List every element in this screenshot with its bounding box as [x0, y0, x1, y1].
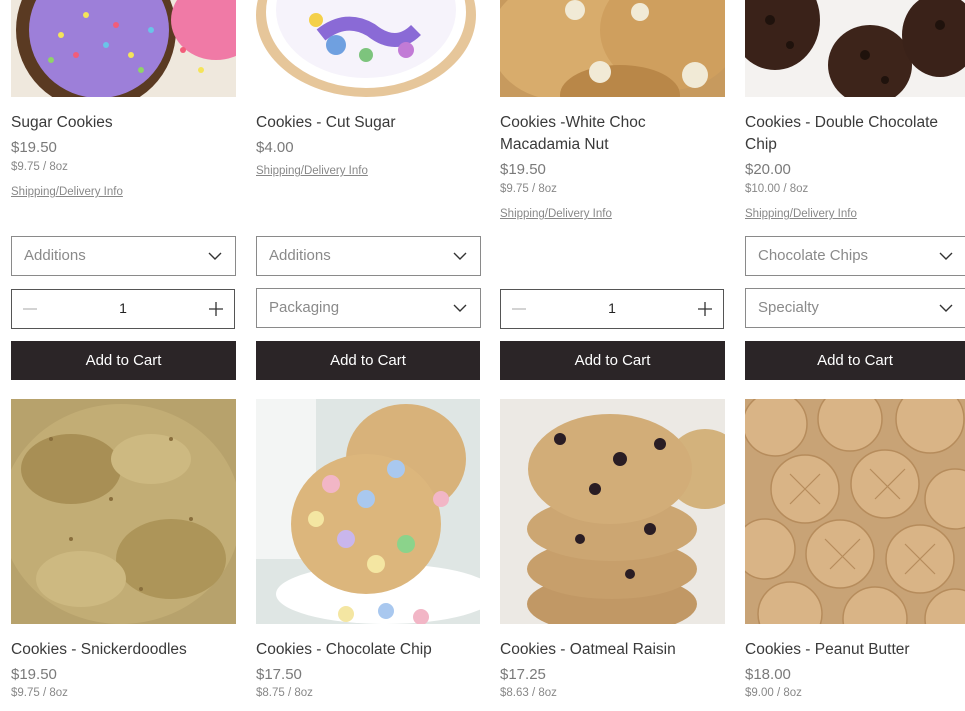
add-to-cart-button[interactable]: Add to Cart	[745, 341, 965, 380]
product-name[interactable]: Cookies -White Choc Macadamia Nut	[500, 112, 725, 156]
chevron-down-icon	[939, 304, 953, 312]
shipping-info-link[interactable]: Shipping/Delivery Info	[11, 186, 123, 198]
chevron-down-icon	[208, 252, 222, 260]
product-name[interactable]: Cookies - Chocolate Chip	[256, 639, 481, 661]
product-card-sugar-cookies: Sugar Cookies $19.50 $9.75 / 8oz Shippin…	[11, 0, 236, 380]
quantity-value[interactable]: 1	[501, 300, 723, 316]
add-to-cart-button[interactable]: Add to Cart	[256, 341, 480, 380]
product-image[interactable]	[745, 399, 965, 624]
shipping-info-link[interactable]: Shipping/Delivery Info	[500, 208, 612, 220]
chevron-down-icon	[453, 304, 467, 312]
dropdown-label: Specialty	[758, 299, 819, 316]
product-name[interactable]: Cookies - Oatmeal Raisin	[500, 639, 725, 661]
quantity-stepper[interactable]: 1	[11, 289, 235, 329]
dropdown-label: Additions	[269, 247, 331, 264]
unit-price: $9.75 / 8oz	[500, 183, 557, 195]
product-card-white-choc-macadamia: Cookies -White Choc Macadamia Nut $19.50…	[500, 0, 725, 380]
additions-dropdown[interactable]: Additions	[256, 236, 481, 276]
unit-price: $9.00 / 8oz	[745, 687, 802, 699]
product-card-cut-sugar: Cookies - Cut Sugar $4.00 Shipping/Deliv…	[256, 0, 481, 380]
dropdown-label: Packaging	[269, 299, 340, 316]
shipping-info-link[interactable]: Shipping/Delivery Info	[745, 208, 857, 220]
dropdown-label: Additions	[24, 247, 86, 264]
additions-dropdown[interactable]: Additions	[11, 236, 236, 276]
chevron-down-icon	[453, 252, 467, 260]
product-price: $19.50	[11, 139, 57, 156]
plus-icon[interactable]	[208, 301, 224, 317]
product-price: $17.50	[256, 666, 302, 683]
specialty-dropdown[interactable]: Specialty	[745, 288, 965, 328]
product-image[interactable]	[500, 399, 725, 624]
plus-icon[interactable]	[697, 301, 713, 317]
product-name[interactable]: Cookies - Cut Sugar	[256, 112, 481, 134]
product-image[interactable]	[256, 399, 480, 624]
product-name[interactable]: Cookies - Snickerdoodles	[11, 639, 236, 661]
product-name[interactable]: Cookies - Double Chocolate Chip	[745, 112, 965, 156]
product-image[interactable]	[11, 0, 236, 97]
product-image[interactable]	[256, 0, 481, 97]
product-price: $17.25	[500, 666, 546, 683]
product-card-oatmeal-raisin: Cookies - Oatmeal Raisin $17.25 $8.63 / …	[500, 399, 725, 711]
add-to-cart-button[interactable]: Add to Cart	[11, 341, 236, 380]
product-price: $4.00	[256, 139, 294, 156]
unit-price: $8.63 / 8oz	[500, 687, 557, 699]
product-image[interactable]	[500, 0, 725, 97]
product-price: $19.50	[500, 161, 546, 178]
product-card-peanut-butter: Cookies - Peanut Butter $18.00 $9.00 / 8…	[745, 399, 965, 711]
product-card-double-chocolate-chip: Cookies - Double Chocolate Chip $20.00 $…	[745, 0, 965, 380]
chevron-down-icon	[939, 252, 953, 260]
product-image[interactable]	[745, 0, 965, 97]
product-price: $18.00	[745, 666, 791, 683]
dropdown-label: Chocolate Chips	[758, 247, 869, 264]
packaging-dropdown[interactable]: Packaging	[256, 288, 481, 328]
unit-price: $8.75 / 8oz	[256, 687, 313, 699]
product-card-snickerdoodles: Cookies - Snickerdoodles $19.50 $9.75 / …	[11, 399, 236, 711]
unit-price: $10.00 / 8oz	[745, 183, 809, 195]
chocolate-chips-dropdown[interactable]: Chocolate Chips	[745, 236, 965, 276]
unit-price: $9.75 / 8oz	[11, 161, 68, 173]
unit-price: $9.75 / 8oz	[11, 687, 68, 699]
product-name[interactable]: Cookies - Peanut Butter	[745, 639, 965, 661]
product-name[interactable]: Sugar Cookies	[11, 112, 236, 134]
quantity-value[interactable]: 1	[12, 300, 234, 316]
quantity-stepper[interactable]: 1	[500, 289, 724, 329]
product-price: $20.00	[745, 161, 791, 178]
product-price: $19.50	[11, 666, 57, 683]
product-image[interactable]	[11, 399, 236, 624]
shipping-info-link[interactable]: Shipping/Delivery Info	[256, 165, 368, 177]
add-to-cart-button[interactable]: Add to Cart	[500, 341, 725, 380]
product-card-chocolate-chip: Cookies - Chocolate Chip $17.50 $8.75 / …	[256, 399, 481, 711]
